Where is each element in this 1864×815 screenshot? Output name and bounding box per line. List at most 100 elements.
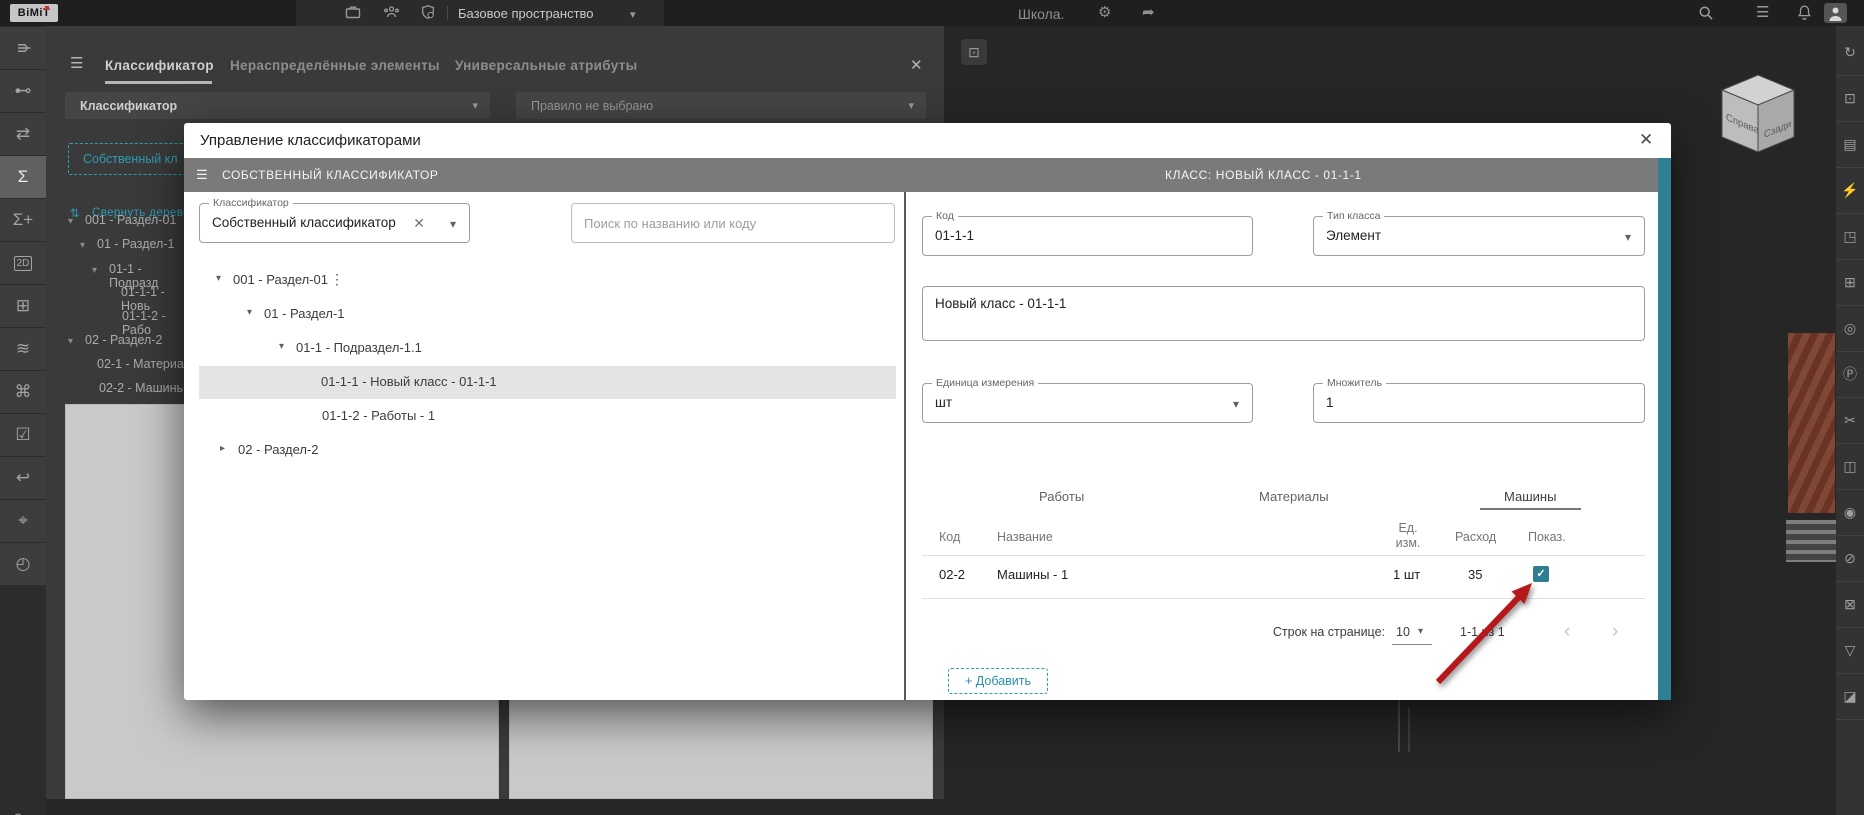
- multiplier-field[interactable]: Множитель 1: [1313, 383, 1645, 423]
- user-check-icon[interactable]: ☑: [0, 414, 46, 456]
- tree-row-selected[interactable]: 01-1-1 - Новый класс - 01-1-1: [199, 365, 899, 398]
- tree-item[interactable]: 001 - Раздел-01: [85, 213, 176, 227]
- help-icon[interactable]: ?: [14, 810, 22, 815]
- active-resource-tab-underline: [1480, 508, 1581, 510]
- project-title: Школа.: [1018, 6, 1064, 22]
- filter-icon[interactable]: ▽: [1836, 628, 1864, 674]
- clash-lightning-icon[interactable]: ⚡: [1836, 168, 1864, 214]
- tab-universal-attributes[interactable]: Универсальные атрибуты: [455, 58, 637, 73]
- caret-down-icon[interactable]: ▾: [1625, 230, 1631, 244]
- section-plane-icon[interactable]: ◫: [1836, 444, 1864, 490]
- tree-expand-icon[interactable]: ▾: [68, 216, 73, 227]
- field-label: Классификатор: [209, 197, 293, 209]
- clear-icon[interactable]: ✕: [413, 215, 425, 232]
- tree-row[interactable]: ▸ 02 - Раздел-2: [199, 433, 899, 466]
- search-icon[interactable]: [1698, 5, 1714, 26]
- col-header-name: Название: [997, 530, 1053, 544]
- team-icon[interactable]: [383, 4, 400, 25]
- sigma-add-icon[interactable]: Σ+: [0, 199, 46, 241]
- modal-close-icon[interactable]: ✕: [1639, 131, 1653, 149]
- tree-collapse-icon[interactable]: ▸: [220, 443, 225, 454]
- tree-item[interactable]: 02-2 - Машинь: [99, 381, 183, 395]
- tree-expand-icon[interactable]: ▾: [247, 307, 252, 318]
- hierarchy-icon[interactable]: ⊞: [0, 285, 46, 327]
- tree-item[interactable]: 02-1 - Материа: [97, 357, 184, 371]
- panel-close-icon[interactable]: ✕: [910, 56, 923, 74]
- locate-icon[interactable]: ◎: [1836, 306, 1864, 352]
- tree-item[interactable]: 01 - Раздел-1: [97, 237, 174, 251]
- tree-row[interactable]: 01-1-2 - Работы - 1: [199, 399, 899, 432]
- folder-export-icon[interactable]: ↩: [0, 457, 46, 499]
- 2d-view-icon[interactable]: 2D: [0, 242, 46, 284]
- relations-icon[interactable]: ⊷: [0, 70, 46, 112]
- rule-select[interactable]: Правило не выбрано ▾: [516, 92, 926, 119]
- share-icon[interactable]: ➦: [1142, 4, 1155, 22]
- 2d-glyph: 2D: [14, 256, 33, 271]
- user-location-icon[interactable]: ⌖: [0, 500, 46, 542]
- modal-left-menu-icon[interactable]: ☰: [196, 166, 208, 184]
- tree-expand-icon[interactable]: ▾: [216, 273, 221, 284]
- tree-expand-icon[interactable]: ▾: [68, 336, 73, 347]
- description-field[interactable]: Новый класс - 01-1-1: [922, 286, 1645, 341]
- field-value: Собственный классификатор: [212, 215, 396, 230]
- tree-expand-icon[interactable]: ▾: [92, 265, 97, 276]
- measure-ruler-icon[interactable]: ▤: [1836, 122, 1864, 168]
- select-similar-icon[interactable]: ⊡: [1836, 76, 1864, 122]
- table-header-divider: [922, 555, 1645, 556]
- shield-icon[interactable]: [420, 4, 436, 25]
- modal-classifier-select[interactable]: Классификатор Собственный классификатор …: [199, 203, 470, 243]
- fit-view-icon[interactable]: ⊡: [961, 39, 987, 65]
- gauge-icon[interactable]: ◴: [0, 543, 46, 585]
- tree-expand-icon[interactable]: ▾: [279, 341, 284, 352]
- user-avatar[interactable]: [1824, 3, 1847, 23]
- list-icon[interactable]: ☰: [1756, 4, 1769, 22]
- tree-row[interactable]: ▾ 01 - Раздел-1: [199, 297, 899, 330]
- clear-selection-icon[interactable]: ⊠: [1836, 582, 1864, 628]
- tree-row[interactable]: ▾ 01-1 - Подраздел-1.1: [199, 331, 899, 364]
- plugins-icon[interactable]: ⌘: [0, 371, 46, 413]
- view-cube[interactable]: Справа Сзади: [1712, 66, 1804, 167]
- briefcase-icon[interactable]: [345, 4, 361, 25]
- field-label: Код: [932, 210, 958, 222]
- modal-scroll-strip[interactable]: [1658, 158, 1671, 700]
- tab-unallocated-elements[interactable]: Нераспределённые элементы: [230, 58, 440, 73]
- notifications-bell-icon[interactable]: [1796, 4, 1813, 26]
- regenerate-icon[interactable]: ↻: [1836, 30, 1864, 76]
- kebab-menu-icon[interactable]: ⋮: [330, 271, 344, 288]
- show-icon[interactable]: ◉: [1836, 490, 1864, 536]
- modal-title: Управление классификаторами: [200, 123, 421, 158]
- tab-materials[interactable]: Материалы: [1259, 489, 1329, 504]
- section-box-icon[interactable]: ◪: [1836, 674, 1864, 720]
- col-header-unit: Ед. изм.: [1387, 521, 1429, 551]
- unit-select[interactable]: Единица измерения шт ▾: [922, 383, 1253, 423]
- section-cut-icon[interactable]: ✂: [1836, 398, 1864, 444]
- model-slats-fragment: [1786, 520, 1838, 562]
- class-type-select[interactable]: Тип класса Элемент ▾: [1313, 216, 1645, 256]
- classifier-sigma-icon[interactable]: Σ: [0, 156, 46, 198]
- tree-row[interactable]: ▾ 001 - Раздел-01 ⋮: [199, 263, 899, 296]
- code-field[interactable]: Код 01-1-1: [922, 216, 1253, 256]
- col-header-show: Показ.: [1528, 530, 1566, 544]
- left-section-header: СОБСТВЕННЫЙ КЛАССИФИКАТОР: [222, 168, 439, 182]
- tree-item-label: 01-1-2 - Работы - 1: [322, 408, 435, 423]
- workspace-selector[interactable]: Базовое пространство: [458, 6, 594, 21]
- bimit-logo[interactable]: BiMiT: [10, 4, 58, 22]
- tab-works[interactable]: Работы: [1039, 489, 1084, 504]
- workspace-caret-icon[interactable]: ▾: [630, 6, 636, 24]
- cube-views-icon[interactable]: ◳: [1836, 214, 1864, 260]
- tree-expand-icon[interactable]: ▾: [80, 240, 85, 251]
- search-input[interactable]: [571, 203, 895, 243]
- page-next-icon[interactable]: ›: [1612, 623, 1618, 641]
- add-button[interactable]: + Добавить: [948, 668, 1048, 694]
- settings-gear-icon[interactable]: ⚙: [1098, 4, 1111, 22]
- model-structure-icon[interactable]: ⋔: [0, 27, 46, 69]
- tab-machines[interactable]: Машины: [1504, 489, 1556, 504]
- plan-icon[interactable]: Ⓟ: [1836, 352, 1864, 398]
- grid-icon[interactable]: ⊞: [1836, 260, 1864, 306]
- caret-down-icon[interactable]: ▾: [1233, 397, 1239, 411]
- analytics-icon[interactable]: ≋: [0, 328, 46, 370]
- hide-icon[interactable]: ⊘: [1836, 536, 1864, 582]
- caret-down-icon[interactable]: ▾: [450, 217, 456, 231]
- tree-item[interactable]: 02 - Раздел-2: [85, 333, 162, 347]
- mapping-icon[interactable]: ⇄: [0, 113, 46, 155]
